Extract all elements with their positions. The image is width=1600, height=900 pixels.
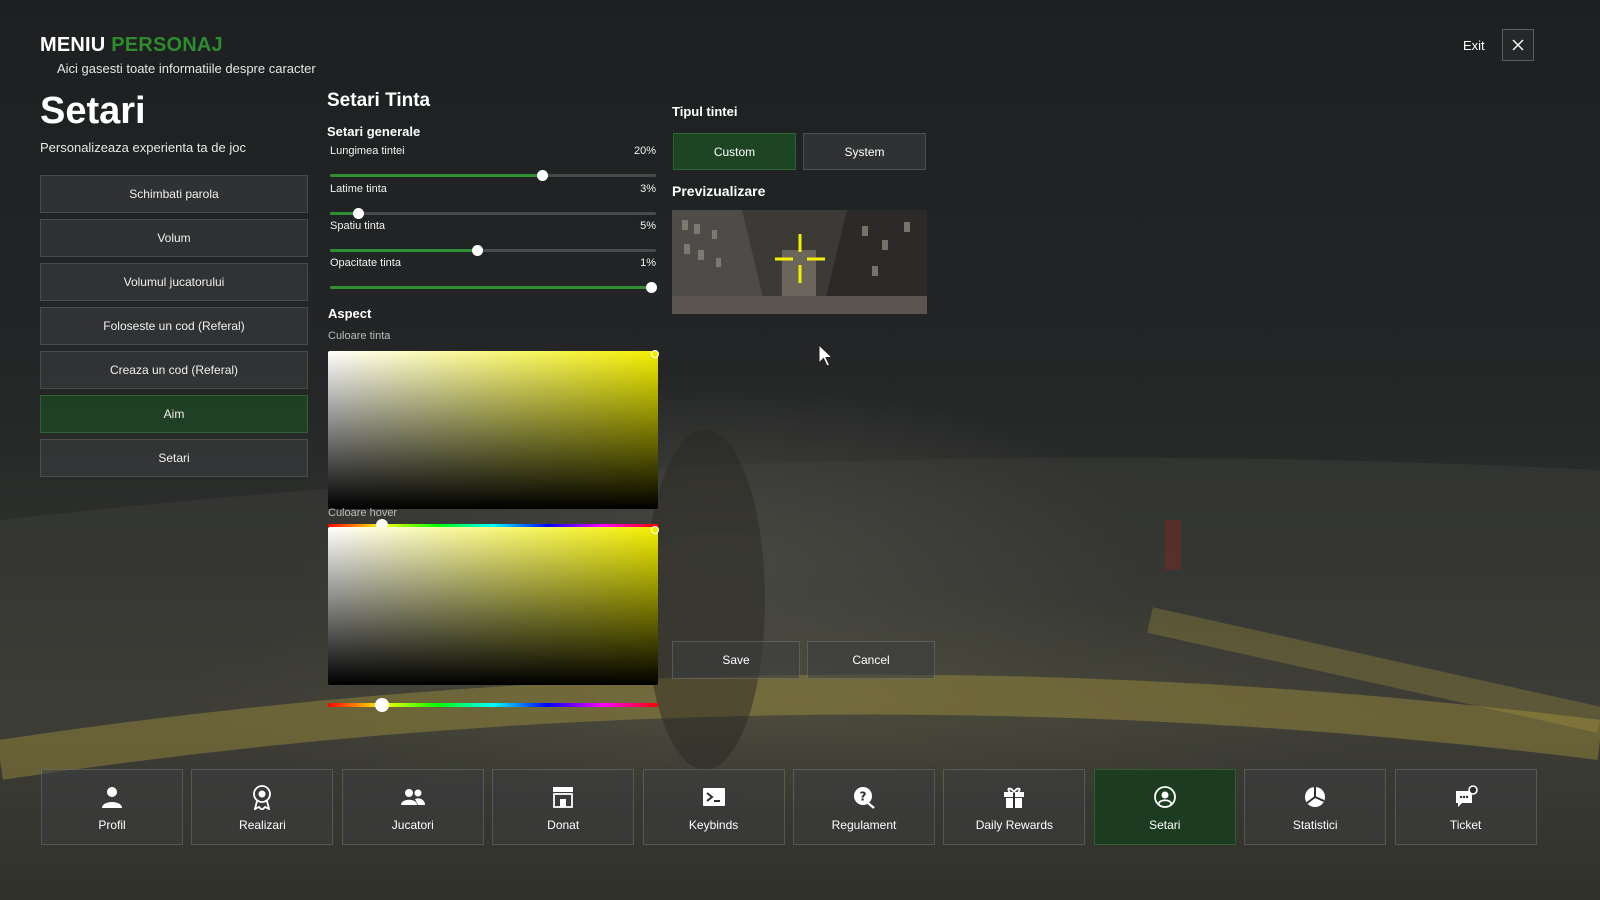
crosshair-type-heading: Tipul tintei bbox=[672, 104, 738, 119]
nav-item-label: Ticket bbox=[1449, 818, 1482, 832]
slider-track[interactable] bbox=[330, 208, 656, 219]
hover-color-label: Culoare hover bbox=[328, 507, 398, 519]
nav-item-label: Setari bbox=[1149, 818, 1181, 832]
type-custom-button[interactable]: Custom bbox=[673, 133, 796, 170]
ticket-chat-icon bbox=[1453, 784, 1479, 810]
page-title: MENIU PERSONAJ bbox=[40, 34, 223, 57]
nav-item-setari[interactable]: Setari bbox=[1093, 769, 1236, 845]
section-subtitle: Personalizeaza experienta ta de joc bbox=[40, 140, 246, 155]
general-settings-heading: Setari generale bbox=[327, 124, 421, 139]
crosshair-color-handle[interactable] bbox=[651, 350, 659, 358]
nav-item-daily-rewards[interactable]: Daily Rewards bbox=[943, 769, 1086, 845]
aspect-heading: Aspect bbox=[328, 306, 372, 321]
menu-item-aim[interactable]: Aim bbox=[40, 395, 308, 433]
rules-icon: ? bbox=[851, 784, 877, 810]
close-icon bbox=[1512, 39, 1524, 51]
title-accent: PERSONAJ bbox=[111, 34, 223, 56]
nav-item-statistici[interactable]: Statistici bbox=[1244, 769, 1387, 845]
nav-item-label: Jucatori bbox=[391, 818, 434, 832]
slider-label: Latime tinta bbox=[330, 183, 387, 195]
section-title: Setari bbox=[40, 90, 146, 132]
title-main: MENIU bbox=[40, 34, 106, 56]
slider-label: Opacitate tinta bbox=[330, 257, 401, 269]
user-circle-icon bbox=[1152, 784, 1178, 810]
slider-track[interactable] bbox=[330, 245, 656, 256]
nav-item-label: Donat bbox=[547, 818, 580, 832]
nav-item-label: Keybinds bbox=[688, 818, 739, 832]
menu-item-creaza-un-cod-referal[interactable]: Creaza un cod (Referal) bbox=[40, 351, 308, 389]
nav-item-jucatori[interactable]: Jucatori bbox=[341, 769, 484, 845]
slider-value: 20% bbox=[633, 145, 656, 157]
crosshair-color-picker[interactable] bbox=[328, 351, 658, 509]
slider-fill bbox=[330, 249, 477, 252]
slider-fill bbox=[330, 174, 542, 177]
slider-value: 5% bbox=[640, 220, 656, 232]
nav-item-label: Statistici bbox=[1292, 818, 1338, 832]
preview-scene bbox=[672, 210, 927, 314]
svg-text:?: ? bbox=[860, 790, 867, 804]
user-icon bbox=[99, 784, 125, 810]
terminal-icon bbox=[701, 784, 727, 810]
cancel-button[interactable]: Cancel bbox=[807, 641, 935, 679]
nav-item-profil[interactable]: Profil bbox=[41, 769, 183, 845]
nav-item-label: Regulament bbox=[831, 818, 897, 832]
slider-track[interactable] bbox=[330, 282, 658, 293]
slider-value: 1% bbox=[640, 257, 656, 269]
nav-item-regulament[interactable]: ? Regulament bbox=[793, 769, 935, 845]
crosshair-color-label: Culoare tinta bbox=[328, 330, 391, 342]
preview-heading: Previzualizare bbox=[672, 183, 766, 199]
menu-item-setari[interactable]: Setari bbox=[40, 439, 308, 477]
menu-item-foloseste-un-cod-referal[interactable]: Foloseste un cod (Referal) bbox=[40, 307, 308, 345]
hover-color-picker[interactable] bbox=[328, 527, 658, 685]
crosshair-settings-title: Setari Tinta bbox=[327, 90, 431, 111]
menu-item-volum[interactable]: Volum bbox=[40, 219, 308, 257]
nav-item-donat[interactable]: Donat bbox=[492, 769, 635, 845]
hover-color-handle[interactable] bbox=[651, 526, 659, 534]
award-icon bbox=[249, 784, 275, 810]
nav-item-keybinds[interactable]: Keybinds bbox=[642, 769, 785, 845]
page-subtitle: Aici gasesti toate informatiile despre c… bbox=[57, 61, 316, 76]
users-icon bbox=[400, 784, 426, 810]
menu-item-volumul-jucatorului[interactable]: Volumul jucatorului bbox=[40, 263, 308, 301]
slider-track[interactable] bbox=[330, 170, 656, 181]
slider-value: 3% bbox=[640, 183, 656, 195]
slider-label: Spatiu tinta bbox=[330, 220, 386, 232]
pie-chart-icon bbox=[1302, 784, 1328, 810]
crosshair-preview bbox=[672, 210, 927, 314]
slider-label: Lungimea tintei bbox=[330, 145, 405, 157]
type-system-button[interactable]: System bbox=[803, 133, 926, 170]
slider-handle[interactable] bbox=[536, 170, 548, 181]
store-icon bbox=[550, 784, 576, 810]
save-button[interactable]: Save bbox=[672, 641, 800, 679]
nav-item-realizari[interactable]: Realizari bbox=[191, 769, 334, 845]
menu-item-schimbati-parola[interactable]: Schimbati parola bbox=[40, 175, 308, 213]
slider-handle[interactable] bbox=[471, 245, 483, 256]
nav-item-label: Realizari bbox=[239, 818, 286, 832]
exit-label[interactable]: Exit bbox=[1463, 38, 1485, 53]
slider-handle[interactable] bbox=[352, 208, 364, 219]
nav-item-label: Daily Rewards bbox=[975, 818, 1054, 832]
close-button[interactable] bbox=[1502, 29, 1534, 61]
slider-fill bbox=[330, 286, 652, 289]
gift-icon bbox=[1001, 784, 1027, 810]
nav-item-ticket[interactable]: Ticket bbox=[1394, 769, 1537, 845]
mouse-cursor-icon bbox=[818, 344, 834, 367]
nav-item-label: Profil bbox=[98, 818, 126, 832]
